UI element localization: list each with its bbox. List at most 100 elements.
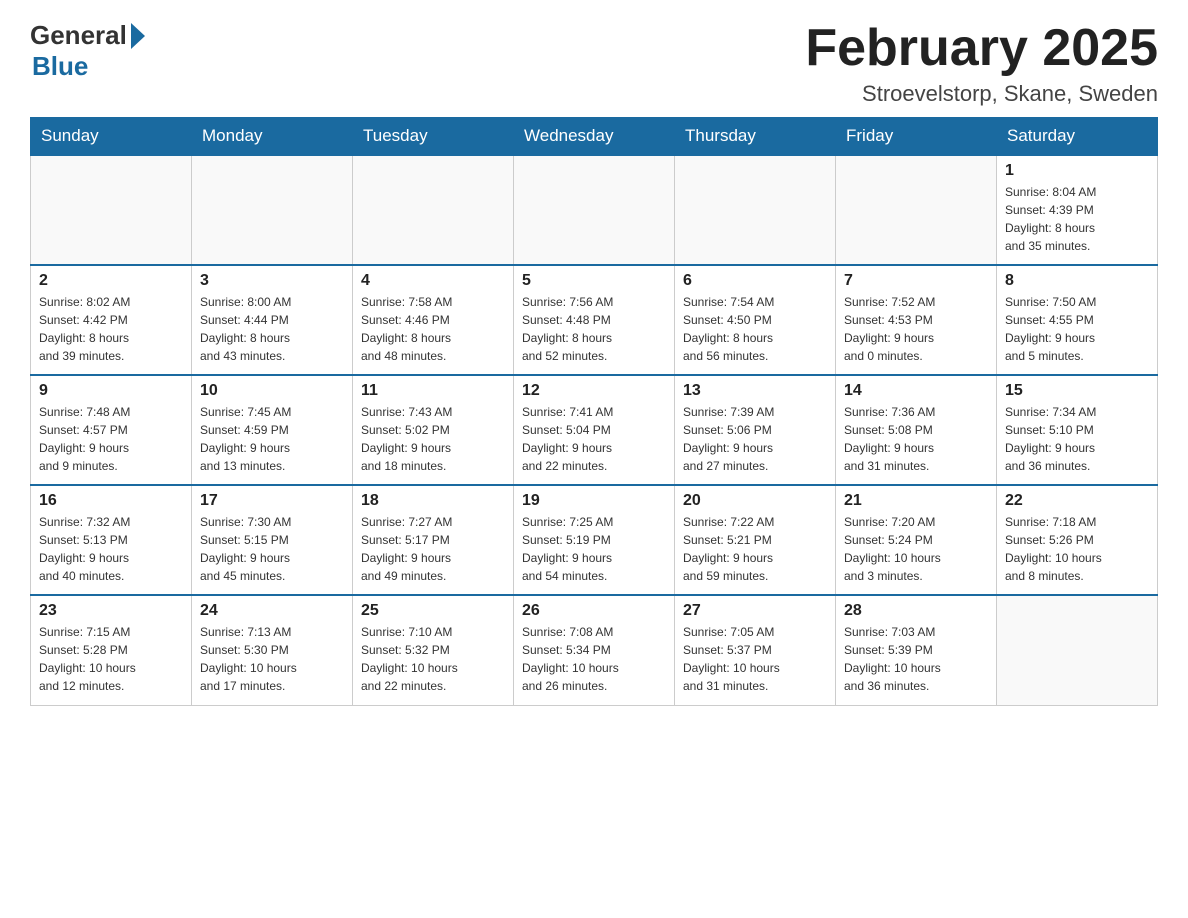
table-row: 3 Sunrise: 8:00 AM Sunset: 4:44 PM Daylig… [192, 265, 353, 375]
day-number: 6 [683, 272, 827, 290]
table-row: 9 Sunrise: 7:48 AM Sunset: 4:57 PM Daylig… [31, 375, 192, 485]
day-info: Sunrise: 8:00 AM Sunset: 4:44 PM Dayligh… [200, 293, 344, 365]
col-monday: Monday [192, 118, 353, 156]
day-info: Sunrise: 7:05 AM Sunset: 5:37 PM Dayligh… [683, 623, 827, 695]
day-info: Sunrise: 7:45 AM Sunset: 4:59 PM Dayligh… [200, 403, 344, 475]
table-row: 2Sunrise: 8:02 AM Sunset: 4:42 PM Daylig… [31, 265, 192, 375]
day-info: Sunrise: 7:10 AM Sunset: 5:32 PM Dayligh… [361, 623, 505, 695]
logo: General Blue [30, 20, 145, 82]
table-row: 21 Sunrise: 7:20 AM Sunset: 5:24 PM Dayli… [836, 485, 997, 595]
table-row: 19 Sunrise: 7:25 AM Sunset: 5:19 PM Dayli… [514, 485, 675, 595]
day-info: Sunrise: 7:48 AM Sunset: 4:57 PM Dayligh… [39, 403, 183, 475]
table-row: 6 Sunrise: 7:54 AM Sunset: 4:50 PM Daylig… [675, 265, 836, 375]
day-number: 16 [39, 492, 183, 510]
day-info: Sunrise: 7:20 AM Sunset: 5:24 PM Dayligh… [844, 513, 988, 585]
table-row: 7 Sunrise: 7:52 AM Sunset: 4:53 PM Daylig… [836, 265, 997, 375]
week-row-1: 1 Sunrise: 8:04 AM Sunset: 4:39 PM Daylig… [31, 155, 1158, 265]
location-text: Stroevelstorp, Skane, Sweden [805, 81, 1158, 107]
day-number: 13 [683, 382, 827, 400]
day-number: 2 [39, 272, 183, 290]
day-info: Sunrise: 7:54 AM Sunset: 4:50 PM Dayligh… [683, 293, 827, 365]
day-number: 3 [200, 272, 344, 290]
table-row: 13 Sunrise: 7:39 AM Sunset: 5:06 PM Dayli… [675, 375, 836, 485]
week-row-5: 23Sunrise: 7:15 AM Sunset: 5:28 PM Dayli… [31, 595, 1158, 705]
table-row [836, 155, 997, 265]
day-number: 5 [522, 272, 666, 290]
day-number: 12 [522, 382, 666, 400]
col-thursday: Thursday [675, 118, 836, 156]
day-info: Sunrise: 7:08 AM Sunset: 5:34 PM Dayligh… [522, 623, 666, 695]
day-number: 10 [200, 382, 344, 400]
calendar-header-row: Sunday Monday Tuesday Wednesday Thursday… [31, 118, 1158, 156]
table-row: 17 Sunrise: 7:30 AM Sunset: 5:15 PM Dayli… [192, 485, 353, 595]
day-info: Sunrise: 7:34 AM Sunset: 5:10 PM Dayligh… [1005, 403, 1149, 475]
day-number: 17 [200, 492, 344, 510]
day-number: 20 [683, 492, 827, 510]
day-info: Sunrise: 7:27 AM Sunset: 5:17 PM Dayligh… [361, 513, 505, 585]
col-friday: Friday [836, 118, 997, 156]
table-row: 12 Sunrise: 7:41 AM Sunset: 5:04 PM Dayli… [514, 375, 675, 485]
day-number: 1 [1005, 162, 1149, 180]
day-info: Sunrise: 7:22 AM Sunset: 5:21 PM Dayligh… [683, 513, 827, 585]
day-number: 24 [200, 602, 344, 620]
day-number: 25 [361, 602, 505, 620]
month-title: February 2025 [805, 20, 1158, 77]
day-number: 28 [844, 602, 988, 620]
title-section: February 2025 Stroevelstorp, Skane, Swed… [805, 20, 1158, 107]
logo-blue-text: Blue [32, 51, 88, 82]
day-info: Sunrise: 7:25 AM Sunset: 5:19 PM Dayligh… [522, 513, 666, 585]
table-row: 18 Sunrise: 7:27 AM Sunset: 5:17 PM Dayli… [353, 485, 514, 595]
day-number: 4 [361, 272, 505, 290]
day-info: Sunrise: 7:41 AM Sunset: 5:04 PM Dayligh… [522, 403, 666, 475]
table-row: 25 Sunrise: 7:10 AM Sunset: 5:32 PM Dayli… [353, 595, 514, 705]
day-info: Sunrise: 7:58 AM Sunset: 4:46 PM Dayligh… [361, 293, 505, 365]
day-number: 14 [844, 382, 988, 400]
table-row: 22Sunrise: 7:18 AM Sunset: 5:26 PM Dayli… [997, 485, 1158, 595]
day-info: Sunrise: 7:52 AM Sunset: 4:53 PM Dayligh… [844, 293, 988, 365]
day-info: Sunrise: 7:32 AM Sunset: 5:13 PM Dayligh… [39, 513, 183, 585]
table-row [514, 155, 675, 265]
day-info: Sunrise: 7:36 AM Sunset: 5:08 PM Dayligh… [844, 403, 988, 475]
week-row-3: 9 Sunrise: 7:48 AM Sunset: 4:57 PM Daylig… [31, 375, 1158, 485]
day-info: Sunrise: 8:04 AM Sunset: 4:39 PM Dayligh… [1005, 183, 1149, 255]
day-info: Sunrise: 7:03 AM Sunset: 5:39 PM Dayligh… [844, 623, 988, 695]
table-row: 11Sunrise: 7:43 AM Sunset: 5:02 PM Dayli… [353, 375, 514, 485]
col-sunday: Sunday [31, 118, 192, 156]
day-number: 23 [39, 602, 183, 620]
day-number: 22 [1005, 492, 1149, 510]
day-number: 8 [1005, 272, 1149, 290]
day-number: 7 [844, 272, 988, 290]
day-number: 9 [39, 382, 183, 400]
day-info: Sunrise: 7:43 AM Sunset: 5:02 PM Dayligh… [361, 403, 505, 475]
page-header: General Blue February 2025 Stroevelstorp… [30, 20, 1158, 107]
day-info: Sunrise: 7:39 AM Sunset: 5:06 PM Dayligh… [683, 403, 827, 475]
table-row: 28 Sunrise: 7:03 AM Sunset: 5:39 PM Dayli… [836, 595, 997, 705]
day-info: Sunrise: 7:50 AM Sunset: 4:55 PM Dayligh… [1005, 293, 1149, 365]
day-info: Sunrise: 7:30 AM Sunset: 5:15 PM Dayligh… [200, 513, 344, 585]
table-row: 16 Sunrise: 7:32 AM Sunset: 5:13 PM Dayli… [31, 485, 192, 595]
week-row-2: 2Sunrise: 8:02 AM Sunset: 4:42 PM Daylig… [31, 265, 1158, 375]
table-row: 26 Sunrise: 7:08 AM Sunset: 5:34 PM Dayli… [514, 595, 675, 705]
day-number: 21 [844, 492, 988, 510]
table-row [675, 155, 836, 265]
table-row: 14 Sunrise: 7:36 AM Sunset: 5:08 PM Dayli… [836, 375, 997, 485]
table-row [192, 155, 353, 265]
table-row: 1 Sunrise: 8:04 AM Sunset: 4:39 PM Daylig… [997, 155, 1158, 265]
col-wednesday: Wednesday [514, 118, 675, 156]
col-saturday: Saturday [997, 118, 1158, 156]
logo-arrow-icon [131, 23, 145, 49]
col-tuesday: Tuesday [353, 118, 514, 156]
day-number: 15 [1005, 382, 1149, 400]
day-info: Sunrise: 7:56 AM Sunset: 4:48 PM Dayligh… [522, 293, 666, 365]
day-number: 18 [361, 492, 505, 510]
table-row: 10 Sunrise: 7:45 AM Sunset: 4:59 PM Dayli… [192, 375, 353, 485]
day-number: 19 [522, 492, 666, 510]
table-row [353, 155, 514, 265]
table-row: 20 Sunrise: 7:22 AM Sunset: 5:21 PM Dayli… [675, 485, 836, 595]
table-row: 4 Sunrise: 7:58 AM Sunset: 4:46 PM Daylig… [353, 265, 514, 375]
logo-general-text: General [30, 20, 127, 51]
table-row: 8 Sunrise: 7:50 AM Sunset: 4:55 PM Daylig… [997, 265, 1158, 375]
calendar-table: Sunday Monday Tuesday Wednesday Thursday… [30, 117, 1158, 706]
table-row: 5 Sunrise: 7:56 AM Sunset: 4:48 PM Daylig… [514, 265, 675, 375]
day-number: 26 [522, 602, 666, 620]
